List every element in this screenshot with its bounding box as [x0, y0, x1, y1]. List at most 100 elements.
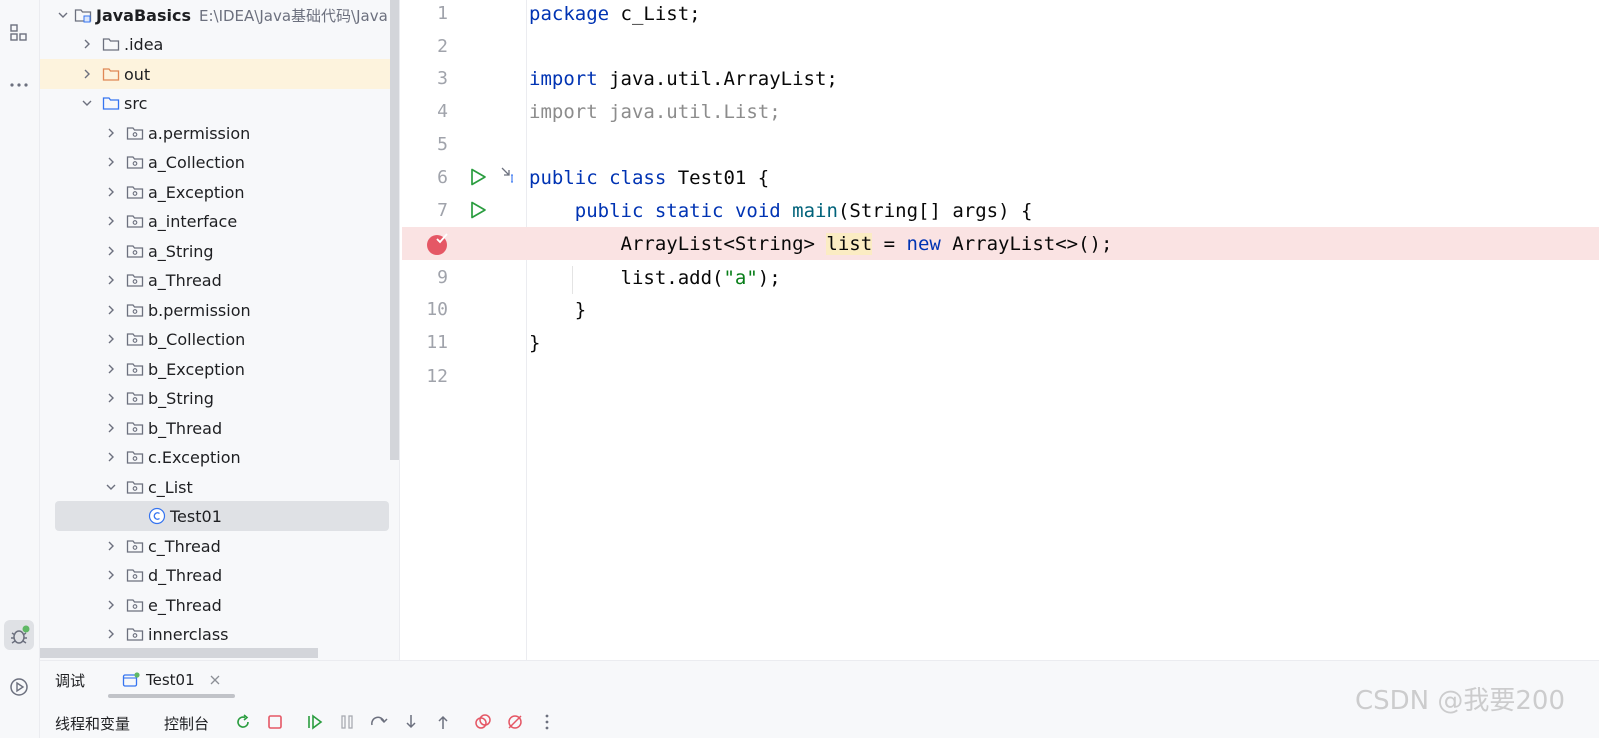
mute-breakpoints-icon[interactable] — [504, 711, 526, 733]
chevron-down-icon[interactable] — [80, 96, 94, 110]
breakpoint-icon[interactable] — [426, 232, 450, 261]
tree-item[interactable]: e_Thread — [40, 590, 399, 620]
more-tools-icon[interactable] — [4, 66, 34, 96]
chevron-right-icon[interactable] — [104, 391, 118, 405]
run-class-icon[interactable] — [468, 167, 488, 192]
more-options-icon[interactable] — [536, 711, 558, 733]
chevron-right-icon[interactable] — [104, 568, 118, 582]
tree-item[interactable]: b_String — [40, 383, 399, 413]
tree-item[interactable]: c_Thread — [40, 531, 399, 561]
chevron-right-icon[interactable] — [104, 539, 118, 553]
chevron-right-icon[interactable] — [104, 214, 118, 228]
chevron-right-icon[interactable] — [104, 450, 118, 464]
folder-icon — [102, 36, 120, 52]
package-icon — [126, 125, 144, 141]
stop-icon[interactable] — [264, 711, 286, 733]
code-line[interactable]: 9 list.add("a"); — [402, 261, 1599, 294]
package-icon — [126, 390, 144, 406]
run-services-icon[interactable] — [4, 672, 34, 702]
console-tab[interactable]: 控制台 — [164, 709, 209, 737]
chevron-right-icon[interactable] — [104, 126, 118, 140]
breakpoint-line[interactable]: ArrayList<String> list = new ArrayList<>… — [402, 227, 1599, 260]
code-text: list.add("a"); — [620, 266, 781, 289]
chevron-right-icon[interactable] — [80, 37, 94, 51]
tree-item[interactable]: innerclass — [40, 619, 399, 649]
chevron-right-icon[interactable] — [104, 185, 118, 199]
step-into-icon[interactable] — [400, 711, 422, 733]
tree-item[interactable]: src — [40, 88, 399, 118]
tree-item[interactable]: c_List — [40, 472, 399, 502]
code-text: } — [529, 298, 587, 321]
package-icon — [126, 567, 144, 583]
tree-item-label: b_String — [148, 388, 214, 408]
vertical-scrollbar[interactable] — [390, 0, 399, 460]
code-line[interactable]: 7 public static void main(String[] args)… — [402, 194, 1599, 227]
tree-item[interactable]: b_Exception — [40, 354, 399, 384]
chevron-right-icon[interactable] — [104, 598, 118, 612]
tab-debug[interactable]: 调试 — [55, 665, 85, 695]
tree-item[interactable]: .idea — [40, 29, 399, 59]
chevron-right-icon[interactable] — [104, 421, 118, 435]
run-method-icon[interactable] — [468, 200, 488, 225]
chevron-right-icon[interactable] — [104, 303, 118, 317]
chevron-right-icon[interactable] — [104, 155, 118, 169]
code-line[interactable]: 3 import java.util.ArrayList; — [402, 62, 1599, 95]
step-out-icon[interactable] — [432, 711, 454, 733]
code-text: import java.util.ArrayList; — [529, 67, 838, 90]
code-editor[interactable]: 1 package c_List; 2 3 import java.util.A… — [402, 0, 1599, 660]
code-line[interactable]: 1 package c_List; — [402, 0, 1599, 30]
tree-item-selected[interactable]: Test01 — [40, 501, 399, 531]
chevron-right-icon[interactable] — [104, 332, 118, 346]
pause-icon[interactable] — [336, 711, 358, 733]
tree-item[interactable]: a_Thread — [40, 265, 399, 295]
tree-item[interactable]: a_interface — [40, 206, 399, 236]
tree-item[interactable]: a_Collection — [40, 147, 399, 177]
code-text: } — [529, 331, 541, 354]
rerun-icon[interactable] — [232, 711, 254, 733]
debug-icon[interactable] — [4, 620, 34, 650]
tree-item-label: a_String — [148, 241, 214, 261]
step-over-icon[interactable] — [368, 711, 390, 733]
tree-item[interactable]: a_String — [40, 236, 399, 266]
horizontal-scrollbar[interactable] — [40, 648, 318, 658]
chevron-down-icon[interactable] — [104, 480, 118, 494]
tree-item[interactable]: a.permission — [40, 118, 399, 148]
tree-item-label: a_interface — [148, 211, 238, 231]
chevron-down-icon[interactable] — [56, 8, 70, 22]
chevron-right-icon[interactable] — [104, 627, 118, 641]
tree-item[interactable]: b.permission — [40, 295, 399, 325]
code-line[interactable]: 12 — [402, 360, 1599, 393]
code-line[interactable]: 11 } — [402, 326, 1599, 359]
chevron-right-icon[interactable] — [80, 67, 94, 81]
view-breakpoints-icon[interactable] — [472, 711, 494, 733]
tree-item[interactable]: b_Collection — [40, 324, 399, 354]
application-icon — [122, 672, 140, 688]
code-line[interactable]: 10 } — [402, 293, 1599, 326]
tab-session-test01[interactable]: Test01 — [122, 665, 221, 695]
package-icon — [126, 302, 144, 318]
source-folder-icon — [102, 95, 120, 111]
package-icon — [126, 184, 144, 200]
tree-root-javabasics[interactable]: JavaBasics E:\IDEA\Java基础代码\Java — [40, 0, 399, 30]
selection-highlight — [55, 501, 389, 531]
code-line[interactable]: 5 — [402, 128, 1599, 161]
code-line[interactable]: 4 import java.util.List; — [402, 95, 1599, 128]
code-line[interactable]: 2 — [402, 30, 1599, 63]
tree-item[interactable]: b_Thread — [40, 413, 399, 443]
resume-icon[interactable] — [304, 711, 326, 733]
chevron-right-icon[interactable] — [104, 244, 118, 258]
tree-item[interactable]: out — [40, 59, 399, 89]
tree-item[interactable]: d_Thread — [40, 560, 399, 590]
implemented-icon[interactable] — [500, 165, 520, 190]
close-icon[interactable] — [209, 674, 221, 686]
structure-icon[interactable] — [4, 18, 34, 48]
tree-item-label: a_Thread — [148, 270, 222, 290]
threads-variables-tab[interactable]: 线程和变量 — [55, 709, 130, 737]
tree-item[interactable]: a_Exception — [40, 177, 399, 207]
tree-item-label: b_Collection — [148, 329, 246, 349]
chevron-right-icon[interactable] — [104, 273, 118, 287]
chevron-right-icon[interactable] — [104, 362, 118, 376]
tree-item[interactable]: c.Exception — [40, 442, 399, 472]
tree-item-label: a_Collection — [148, 152, 245, 172]
code-line[interactable]: 6 public class Test01 { — [402, 161, 1599, 194]
